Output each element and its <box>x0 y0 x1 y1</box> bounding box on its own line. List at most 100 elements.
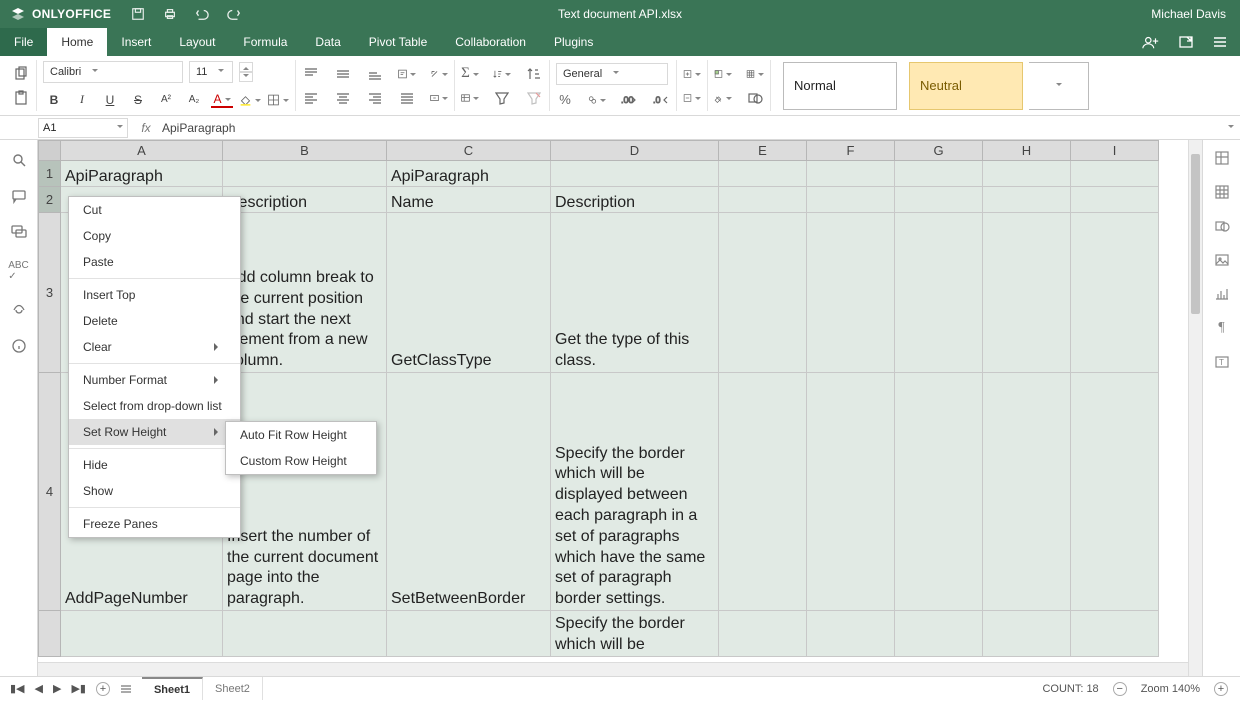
percent-button[interactable]: % <box>556 91 574 109</box>
next-sheet-button[interactable]: ▶ <box>53 682 61 695</box>
ctx-sub-auto-fit-row-height[interactable]: Auto Fit Row Height <box>226 422 376 448</box>
sheet-list-button[interactable] <box>120 683 132 695</box>
ctx-freeze-panes[interactable]: Freeze Panes <box>69 511 240 537</box>
cell[interactable] <box>223 611 387 657</box>
zoom-in-button[interactable]: + <box>1214 682 1228 696</box>
font-size-combo[interactable]: 11 <box>189 61 233 83</box>
redo-icon[interactable] <box>227 7 241 21</box>
save-icon[interactable] <box>131 7 145 21</box>
tab-formula[interactable]: Formula <box>229 28 301 56</box>
chart-settings-icon[interactable] <box>1214 286 1230 302</box>
share-icon[interactable] <box>1142 34 1160 50</box>
user-name[interactable]: Michael Davis <box>1151 7 1240 21</box>
tab-data[interactable]: Data <box>301 28 354 56</box>
cell[interactable] <box>895 213 983 373</box>
clear-filter-button[interactable] <box>525 89 543 107</box>
increase-decimal-button[interactable]: .0 <box>652 91 670 109</box>
col-header-H[interactable]: H <box>983 141 1071 161</box>
about-icon[interactable] <box>11 338 27 354</box>
cell[interactable] <box>61 611 223 657</box>
cell[interactable] <box>387 611 551 657</box>
cell[interactable] <box>807 213 895 373</box>
cell-settings-icon[interactable] <box>1214 150 1230 166</box>
ctx-copy[interactable]: Copy <box>69 223 240 249</box>
font-color-button[interactable]: A <box>211 92 233 108</box>
cell[interactable]: ApiParagraph <box>387 161 551 187</box>
ctx-clear[interactable]: Clear <box>69 334 240 360</box>
cell[interactable] <box>1071 187 1159 213</box>
cell[interactable]: Add column break to the current position… <box>223 213 387 373</box>
cell[interactable] <box>719 373 807 611</box>
align-center-icon[interactable] <box>334 89 352 107</box>
row-header[interactable]: 1 <box>39 161 61 187</box>
align-right-icon[interactable] <box>366 89 384 107</box>
tab-home[interactable]: Home <box>47 28 107 56</box>
sort-asc-button[interactable] <box>493 65 511 83</box>
clear-button[interactable] <box>714 89 732 107</box>
ctx-show[interactable]: Show <box>69 478 240 504</box>
sort-desc-button[interactable] <box>525 65 543 83</box>
sheet-tab-sheet1[interactable]: Sheet1 <box>142 677 203 700</box>
ctx-number-format[interactable]: Number Format <box>69 367 240 393</box>
cell[interactable] <box>895 187 983 213</box>
fill-color-button[interactable] <box>239 89 261 111</box>
row-header[interactable]: 2 <box>39 187 61 213</box>
align-middle-icon[interactable] <box>334 65 352 83</box>
paragraph-settings-icon[interactable]: ¶ <box>1218 320 1224 336</box>
style-picker-expand[interactable] <box>1029 62 1089 110</box>
cell[interactable] <box>983 187 1071 213</box>
insert-shape-button[interactable] <box>746 89 764 107</box>
cell[interactable]: Insert the number of the current documen… <box>223 373 387 611</box>
tab-pivot-table[interactable]: Pivot Table <box>355 28 441 56</box>
cell[interactable]: Specify the border which will be display… <box>551 373 719 611</box>
cell[interactable] <box>807 187 895 213</box>
zoom-out-button[interactable]: − <box>1113 682 1127 696</box>
paste-icon[interactable] <box>12 89 30 107</box>
zoom-level[interactable]: Zoom 140% <box>1141 683 1200 695</box>
orientation-button[interactable] <box>430 65 448 83</box>
insert-cells-button[interactable] <box>683 65 701 83</box>
cell[interactable]: SetBetweenBorder <box>387 373 551 611</box>
ctx-cut[interactable]: Cut <box>69 197 240 223</box>
ctx-hide[interactable]: Hide <box>69 452 240 478</box>
cell[interactable]: GetClassType <box>387 213 551 373</box>
tab-plugins[interactable]: Plugins <box>540 28 607 56</box>
ctx-delete[interactable]: Delete <box>69 308 240 334</box>
spellcheck-icon[interactable]: ABC✓ <box>8 260 29 282</box>
col-header-F[interactable]: F <box>807 141 895 161</box>
cell[interactable] <box>895 611 983 657</box>
cell[interactable] <box>983 611 1071 657</box>
cell[interactable] <box>223 161 387 187</box>
copy-icon[interactable] <box>12 65 30 83</box>
cell[interactable] <box>807 161 895 187</box>
cell[interactable] <box>895 373 983 611</box>
cell[interactable] <box>1071 213 1159 373</box>
cell[interactable] <box>719 611 807 657</box>
prev-sheet-button[interactable]: ◀ <box>35 682 43 695</box>
delete-cells-button[interactable] <box>683 89 701 107</box>
cell[interactable] <box>895 161 983 187</box>
open-location-icon[interactable] <box>1178 34 1194 50</box>
cell[interactable] <box>1071 373 1159 611</box>
shape-settings-icon[interactable] <box>1214 218 1230 234</box>
cell[interactable] <box>983 213 1071 373</box>
italic-button[interactable]: I <box>71 89 93 111</box>
cell[interactable] <box>807 373 895 611</box>
style-neutral[interactable]: Neutral <box>909 62 1023 110</box>
col-header-A[interactable]: A <box>61 141 223 161</box>
col-header-G[interactable]: G <box>895 141 983 161</box>
format-table-button[interactable] <box>746 65 764 83</box>
formula-expand-button[interactable] <box>1222 125 1240 131</box>
comments-icon[interactable] <box>11 188 27 204</box>
hamburger-icon[interactable] <box>1212 34 1228 50</box>
text-art-settings-icon[interactable]: T <box>1214 354 1230 370</box>
vertical-scrollbar[interactable] <box>1188 140 1202 676</box>
merge-button[interactable] <box>430 89 448 107</box>
cell[interactable]: Description <box>223 187 387 213</box>
conditional-format-button[interactable] <box>714 65 732 83</box>
align-justify-icon[interactable] <box>398 89 416 107</box>
font-size-spinner[interactable] <box>239 62 253 82</box>
add-sheet-button[interactable]: + <box>96 682 110 696</box>
horizontal-scrollbar[interactable] <box>38 662 1188 676</box>
first-sheet-button[interactable]: ▮◀ <box>10 682 25 695</box>
